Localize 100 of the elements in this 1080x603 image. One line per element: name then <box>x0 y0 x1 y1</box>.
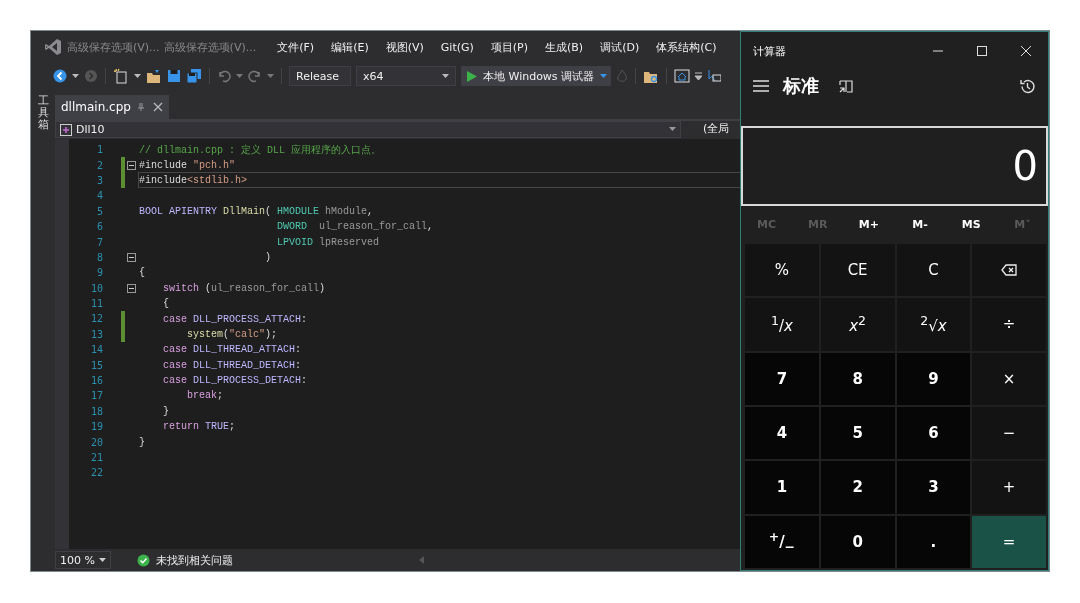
memory-button[interactable]: MS <box>945 213 997 235</box>
result-value: 0 <box>1012 143 1038 189</box>
menu-item[interactable]: 编辑(E) <box>331 39 369 55</box>
calculator-key[interactable]: 6 <box>896 407 971 460</box>
calculator-key[interactable]: 4 <box>745 407 819 460</box>
code-line: case DLL_PROCESS_DETACH: <box>162 375 308 387</box>
caret-icon[interactable] <box>134 73 141 79</box>
calculator-key[interactable]: + <box>972 461 1046 514</box>
line-number: 14 <box>89 344 103 356</box>
calculator-key[interactable]: C <box>896 244 971 297</box>
calculator-key[interactable]: 9 <box>896 352 971 405</box>
line-number: 20 <box>89 436 103 448</box>
calculator-key[interactable]: $^{1}$/x <box>745 298 819 351</box>
menu-item[interactable]: 项目(P) <box>490 39 528 55</box>
project-dropdown[interactable]: Dll10 <box>55 121 681 138</box>
cursor-icon[interactable] <box>707 69 722 83</box>
menu-item[interactable]: 调试(D) <box>600 39 640 55</box>
code-line: } <box>139 436 145 448</box>
calculator-key[interactable]: − <box>972 407 1046 460</box>
calculator-key[interactable]: 0 <box>820 515 895 568</box>
caret-icon[interactable] <box>267 73 274 79</box>
code-line: case DLL_THREAD_DETACH: <box>162 359 302 371</box>
caret-icon <box>442 73 449 79</box>
calculator-key[interactable]: 7 <box>745 352 819 405</box>
undo-icon[interactable] <box>217 69 231 83</box>
line-number: 6 <box>95 221 103 233</box>
line-number: 12 <box>89 313 103 325</box>
code-line: { <box>139 267 145 279</box>
code-line: system("calc"); <box>186 328 278 340</box>
calculator-key[interactable]: 8 <box>820 352 895 405</box>
calculator-key[interactable]: $^{+}$/$_{−}$ <box>745 515 819 568</box>
calculator-key[interactable]: 1 <box>745 461 819 514</box>
folder-icon[interactable] <box>146 68 162 84</box>
close-icon[interactable] <box>152 102 163 112</box>
history-icon[interactable] <box>1019 77 1036 95</box>
memory-button[interactable]: M- <box>894 213 946 235</box>
code-line: LPVOID lpReserved <box>276 236 380 248</box>
run-button[interactable]: 本地 Windows 调试器 <box>461 66 612 86</box>
redo-icon[interactable] <box>248 69 262 83</box>
code-line: BOOL APIENTRY DllMain( HMODULE hModule, <box>139 205 374 217</box>
menu-item[interactable]: 视图(V) <box>385 39 424 55</box>
menu-icon[interactable] <box>753 80 769 92</box>
calculator-key[interactable]: × <box>972 352 1046 405</box>
home-window-icon[interactable] <box>674 69 691 83</box>
line-number: 13 <box>89 328 103 340</box>
calculator-key[interactable]: $^{2}$√x <box>896 298 971 351</box>
menu-item[interactable]: 文件(F) <box>277 39 315 55</box>
calculator-key[interactable]: CE <box>820 244 895 297</box>
collapse-icon[interactable] <box>127 283 136 293</box>
collapse-icon[interactable] <box>127 252 136 262</box>
line-number: 17 <box>89 390 103 402</box>
status-message: 未找到相关问题 <box>156 552 233 568</box>
caret-icon[interactable] <box>72 73 79 79</box>
pin-icon[interactable] <box>136 102 147 112</box>
close-icon[interactable] <box>1020 45 1032 57</box>
new-item-icon[interactable] <box>113 68 129 84</box>
code-line: case DLL_PROCESS_ATTACH: <box>162 313 308 325</box>
project-icon <box>60 123 72 136</box>
line-number: 21 <box>89 452 103 463</box>
scope-dropdown[interactable]: (全局 <box>703 121 730 139</box>
line-number: 22 <box>89 467 103 479</box>
calculator-key[interactable]: 2 <box>820 461 895 514</box>
menu-item[interactable]: 生成(B) <box>545 39 584 55</box>
code-line: return TRUE; <box>162 421 236 433</box>
calculator-key[interactable]: x$^{2}$ <box>820 298 895 351</box>
menu-item[interactable]: 体系结构(C) <box>656 39 717 55</box>
logo-icon <box>43 37 63 57</box>
code-line: switch (ul_reason_for_call) <box>162 282 326 294</box>
keep-on-top-icon[interactable] <box>839 79 853 93</box>
memory-button[interactable]: M+ <box>843 213 895 235</box>
overflow-icon[interactable] <box>695 71 703 81</box>
calculator-key[interactable]: 5 <box>820 407 895 460</box>
calculator-key[interactable]: . <box>896 515 971 568</box>
caret-icon <box>600 73 608 79</box>
window-title: 计算器 <box>753 43 787 59</box>
maximize-icon[interactable] <box>976 45 988 57</box>
file-tab[interactable]: dllmain.cpp <box>55 95 169 119</box>
caret-icon[interactable] <box>236 73 243 79</box>
line-number: 4 <box>95 190 103 202</box>
configuration-dropdown[interactable]: Release <box>289 66 351 86</box>
line-number: 1 <box>95 144 103 156</box>
menu-item[interactable]: Git(G) <box>440 40 474 54</box>
line-number: 7 <box>95 236 103 248</box>
save-icon[interactable] <box>167 69 181 83</box>
save-all-icon[interactable] <box>186 68 202 84</box>
calculator-key[interactable]: ÷ <box>972 298 1046 351</box>
calculator-key[interactable]: % <box>745 244 819 297</box>
calculator-key[interactable]: 3 <box>896 461 971 514</box>
platform-dropdown[interactable]: x64 <box>356 66 456 86</box>
check-icon <box>137 553 150 567</box>
calculator-key[interactable]: = <box>972 515 1046 568</box>
backspace-button[interactable] <box>972 244 1046 297</box>
code-line: case DLL_THREAD_ATTACH: <box>162 344 302 356</box>
collapse-icon[interactable] <box>127 160 136 170</box>
play-icon <box>467 70 477 82</box>
zoom-dropdown[interactable]: 100 % <box>55 551 111 569</box>
toolbox-tab[interactable]: 工具箱 <box>37 95 49 571</box>
code-line: #include<stdlib.h> <box>139 175 248 186</box>
line-number: 19 <box>89 421 103 433</box>
back-icon[interactable] <box>53 69 67 83</box>
